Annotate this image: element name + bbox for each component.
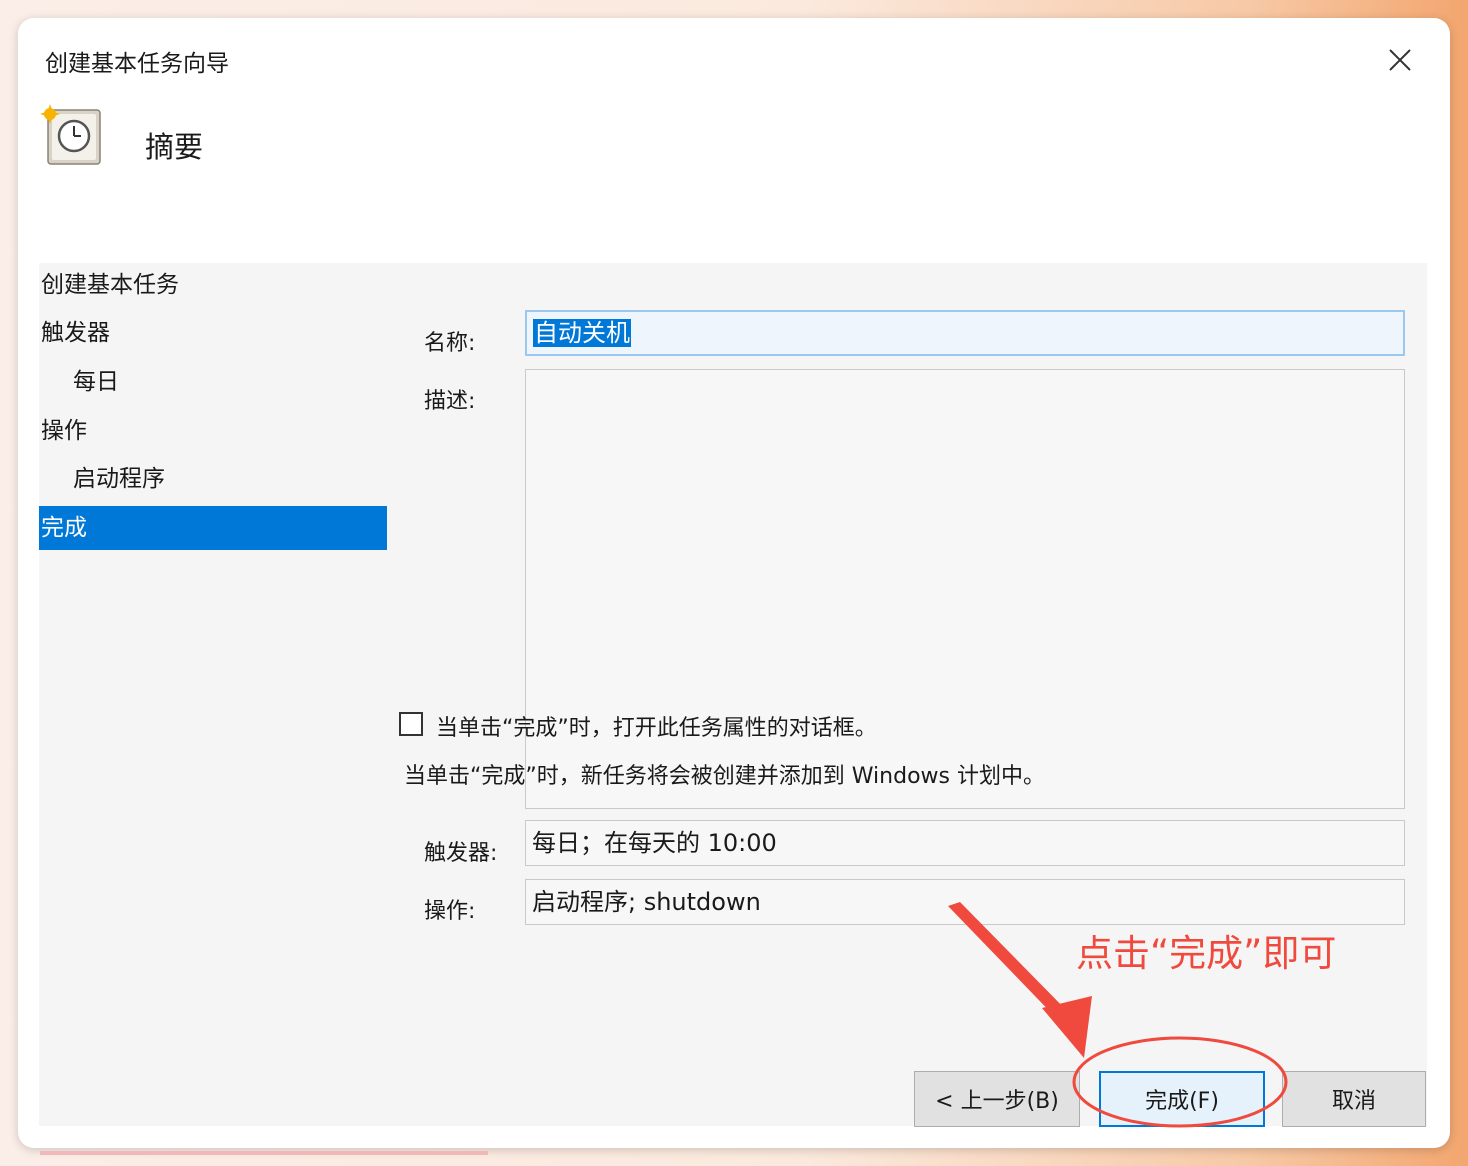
close-icon: [1389, 49, 1411, 71]
cancel-button[interactable]: 取消: [1282, 1071, 1426, 1127]
page-title: 摘要: [145, 130, 204, 164]
action-field: 启动程序; shutdown: [525, 879, 1405, 925]
window-title: 创建基本任务向导: [45, 51, 229, 77]
finish-button[interactable]: 完成(F): [1099, 1071, 1265, 1127]
action-label: 操作:: [424, 899, 476, 924]
description-label: 描述:: [424, 389, 476, 414]
back-button[interactable]: < 上一步(B): [914, 1071, 1080, 1127]
name-label: 名称:: [424, 331, 476, 356]
open-properties-label[interactable]: 当单击“完成”时，打开此任务属性的对话框。: [436, 710, 877, 742]
create-basic-task-wizard-dialog: 创建基本任务向导 摘要 创建基本任务 触发器 每日 操作 启动程序 完成 名称:…: [18, 18, 1450, 1148]
annotation-text: 点击“完成”即可: [1076, 932, 1337, 975]
close-button[interactable]: [1382, 42, 1418, 78]
wizard-content: 创建基本任务 触发器 每日 操作 启动程序 完成 名称: 自动关机 描述: 触发…: [39, 263, 1427, 1126]
trigger-field: 每日；在每天的 10:00: [525, 820, 1405, 866]
nav-item-start-program[interactable]: 启动程序: [39, 457, 387, 501]
task-scheduler-clock-icon: [40, 104, 101, 165]
nav-item-trigger[interactable]: 触发器: [39, 311, 387, 355]
name-field[interactable]: 自动关机: [525, 310, 1405, 356]
open-properties-checkbox[interactable]: [399, 712, 423, 736]
trigger-label: 触发器:: [424, 841, 498, 866]
nav-item-finish[interactable]: 完成: [39, 506, 387, 550]
nav-item-create-basic-task[interactable]: 创建基本任务: [39, 263, 387, 307]
nav-item-action[interactable]: 操作: [39, 409, 387, 453]
nav-item-daily[interactable]: 每日: [39, 360, 387, 404]
description-textarea[interactable]: [525, 369, 1405, 809]
name-value: 自动关机: [533, 319, 631, 347]
taskbar-progress-strip: [40, 1151, 488, 1155]
finish-info-text: 当单击“完成”时，新任务将会被创建并添加到 Windows 计划中。: [404, 764, 1045, 789]
